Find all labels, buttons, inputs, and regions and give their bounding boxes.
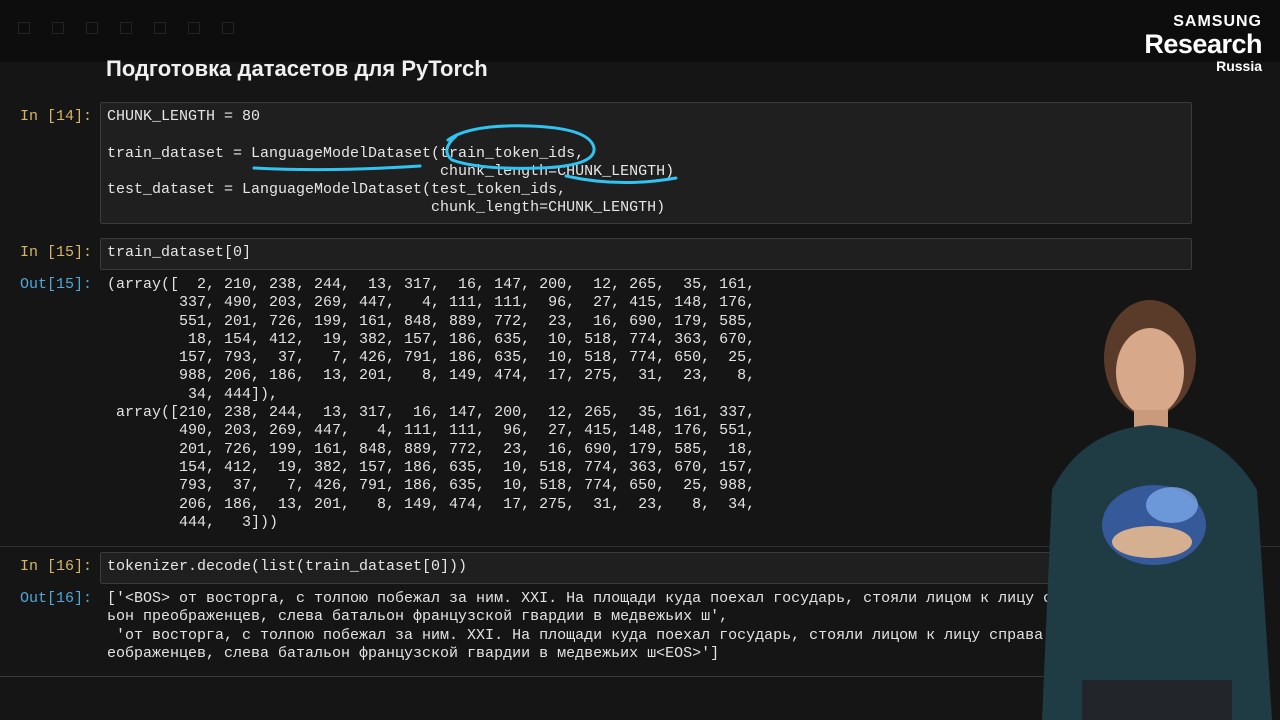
code-cell-15[interactable] <box>100 238 1192 270</box>
brand-line-russia: Russia <box>1216 58 1262 74</box>
run-icon[interactable] <box>188 22 200 34</box>
cut-icon[interactable] <box>86 22 98 34</box>
presenter-video <box>1022 280 1280 720</box>
save-icon[interactable] <box>18 22 30 34</box>
copy-icon[interactable] <box>120 22 132 34</box>
brand-line-research: Research <box>1144 29 1262 59</box>
code-cell-16-source[interactable]: tokenizer.decode(list(train_dataset[0])) <box>107 558 467 576</box>
cell-divider-bottom <box>0 676 1060 677</box>
in-prompt-15: In [15]: <box>20 244 93 261</box>
presenter-figure <box>1042 300 1272 720</box>
output-16: ['<BOS> от восторга, с толпою побежал за… <box>107 590 1052 662</box>
in-prompt-16: In [16]: <box>20 558 93 575</box>
add-cell-icon[interactable] <box>52 22 64 34</box>
out-prompt-16: Out[16]: <box>20 590 93 607</box>
paste-icon[interactable] <box>154 22 166 34</box>
brand-line-samsung: SAMSUNG <box>1173 13 1262 30</box>
in-prompt-14: In [14]: <box>20 108 93 125</box>
out-prompt-15: Out[15]: <box>20 276 93 293</box>
stop-icon[interactable] <box>222 22 234 34</box>
toolbar <box>18 22 234 34</box>
top-bar <box>0 0 1280 62</box>
output-15: (array([ 2, 210, 238, 244, 13, 317, 16, … <box>107 276 756 531</box>
brand-logo: SAMSUNG Research Russia <box>1144 13 1262 74</box>
code-cell-14-source[interactable]: CHUNK_LENGTH = 80 train_dataset = Langua… <box>107 108 674 218</box>
code-cell-15-source[interactable]: train_dataset[0] <box>107 244 251 262</box>
section-heading: Подготовка датасетов для PyTorch <box>106 56 488 81</box>
